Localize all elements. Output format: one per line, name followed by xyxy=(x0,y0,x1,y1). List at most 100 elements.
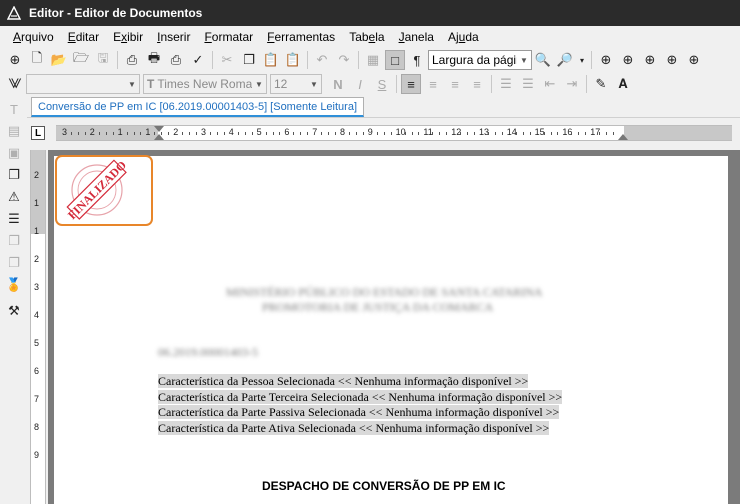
vertical-ruler[interactable]: 2 1 1 2 3 4 5 6 7 8 9 xyxy=(30,150,46,504)
tab-document[interactable]: Conversão de PP em IC [06.2019.00001403-… xyxy=(31,97,365,117)
zoom-select[interactable]: Largura da págir ▼ xyxy=(428,50,532,70)
document-page[interactable] xyxy=(54,156,728,504)
ruler-number: 4 xyxy=(34,310,40,320)
blurred-reference: 06.2019.00001403-5 xyxy=(158,345,258,359)
certificate-icon[interactable]: 🏅 xyxy=(5,276,23,294)
menu-formatar[interactable]: Formatar xyxy=(199,30,258,44)
tab-stop-selector[interactable]: L xyxy=(31,126,45,140)
pin-icon[interactable]: ⚒ xyxy=(5,302,23,320)
table-icon[interactable]: ▦ xyxy=(363,50,383,70)
italic-button[interactable]: I xyxy=(350,74,370,94)
toolbar-overflow-icon[interactable]: ▾ xyxy=(577,50,587,70)
new-document-icon[interactable]: ⊕ xyxy=(5,50,25,70)
align-right-icon[interactable]: ≡ xyxy=(445,74,465,94)
paste-special-icon[interactable]: 📋 xyxy=(283,50,303,70)
field-line[interactable]: Característica da Pessoa Selecionada << … xyxy=(158,374,562,390)
menu-tabela[interactable]: Tabela xyxy=(344,30,389,44)
underline-button[interactable]: S xyxy=(372,74,392,94)
new-file-icon[interactable]: 🗋 xyxy=(27,50,47,70)
insert-field-icon[interactable]: ⊕ xyxy=(618,50,638,70)
print-setup-icon[interactable]: ⎙ xyxy=(166,50,186,70)
right-indent-marker[interactable] xyxy=(618,134,628,140)
standard-toolbar: ⊕ 🗋 📂 🗁 🖫 ⎙ 🖶 ⎙ ✓ ✂ ❐ 📋 📋 ↶ ↷ ▦ □ ¶ Larg… xyxy=(0,48,740,72)
left-indent-marker[interactable] xyxy=(154,134,164,140)
field-line[interactable]: Característica da Parte Passiva Selecion… xyxy=(158,405,562,421)
chevron-down-icon: ▼ xyxy=(307,75,321,93)
text-tool-icon[interactable]: T xyxy=(5,100,23,118)
warning-icon[interactable]: ⚠ xyxy=(5,188,23,206)
print-preview-icon[interactable]: 🖶 xyxy=(144,50,164,70)
menu-ferramentas[interactable]: Ferramentas xyxy=(262,30,340,44)
document-copy-icon[interactable]: ❐ xyxy=(5,166,23,184)
open-folder-icon[interactable]: 📂 xyxy=(49,50,69,70)
print-icon[interactable]: ⎙ xyxy=(122,50,142,70)
decrease-indent-icon[interactable]: ⇤ xyxy=(540,74,560,94)
title-bar: Editor - Editor de Documentos xyxy=(0,0,740,26)
document-heading: DESPACHO DE CONVERSÃO DE PP EM IC xyxy=(262,479,506,493)
truetype-icon: T xyxy=(147,77,155,91)
font-size-select[interactable]: 12 ▼ xyxy=(270,74,322,94)
save-icon[interactable]: 🖫 xyxy=(93,50,113,70)
menu-janela[interactable]: Janela xyxy=(394,30,439,44)
align-justify-icon[interactable]: ≡ xyxy=(467,74,487,94)
align-left-icon[interactable]: ≡ xyxy=(401,74,421,94)
bullet-list-icon[interactable]: ☰ xyxy=(518,74,538,94)
format-painter-icon[interactable]: ▤ xyxy=(5,122,23,140)
ruler-number: 8 xyxy=(34,422,40,432)
spellcheck-icon[interactable]: ✓ xyxy=(188,50,208,70)
bold-button[interactable]: N xyxy=(328,74,348,94)
ruler-number: 6 xyxy=(34,366,40,376)
ruler-number: 2 xyxy=(89,127,95,137)
ruler-number: 8 xyxy=(340,127,346,137)
menu-ajuda[interactable]: Ajuda xyxy=(443,30,484,44)
ruler-number: 9 xyxy=(367,127,373,137)
merge-field-icon[interactable]: ⊕ xyxy=(640,50,660,70)
font-color-icon[interactable]: 𝐀 xyxy=(613,74,633,94)
field-line[interactable]: Característica da Parte Ativa Selecionad… xyxy=(158,420,562,437)
increase-indent-icon[interactable]: ⇥ xyxy=(562,74,582,94)
undo-icon[interactable]: ↶ xyxy=(312,50,332,70)
paragraph-marks-icon[interactable]: ¶ xyxy=(407,50,427,70)
link-icon[interactable]: ❐ xyxy=(5,232,23,250)
menu-inserir[interactable]: Inserir xyxy=(152,30,195,44)
ruler-number: 3 xyxy=(62,127,68,137)
cut-icon[interactable]: ✂ xyxy=(217,50,237,70)
style-icon[interactable]: ⨈ xyxy=(5,74,25,94)
ruler-number: 2 xyxy=(34,254,40,264)
numbered-list-icon[interactable]: ☰ xyxy=(496,74,516,94)
redo-icon[interactable]: ↷ xyxy=(334,50,354,70)
zoom-out-icon[interactable]: 🔍 xyxy=(533,50,553,70)
ruler-number: 2 xyxy=(34,170,40,180)
chevron-down-icon: ▼ xyxy=(252,75,266,93)
chevron-down-icon: ▼ xyxy=(517,51,531,69)
style-select[interactable]: ▼ xyxy=(26,74,140,94)
align-center-icon[interactable]: ≡ xyxy=(423,74,443,94)
form-fields-icon[interactable]: ⊕ xyxy=(596,50,616,70)
ruler-number: 7 xyxy=(312,127,318,137)
left-toolbar: T ▤ ▣ ❐ ⚠ ☰ ❐ ❐ 🏅 ⚒ xyxy=(0,96,27,504)
chevron-down-icon: ▼ xyxy=(125,75,139,93)
ruler-number: 1 xyxy=(145,127,151,137)
open-icon[interactable]: 🗁 xyxy=(71,50,91,70)
database-field-icon[interactable]: ⊕ xyxy=(662,50,682,70)
first-indent-marker[interactable] xyxy=(154,126,164,132)
paste-icon[interactable]: 📋 xyxy=(261,50,281,70)
ruler-number: 7 xyxy=(34,394,40,404)
menu-editar[interactable]: Editar xyxy=(63,30,104,44)
field-line[interactable]: Característica da Parte Terceira Selecio… xyxy=(158,389,563,406)
horizontal-ruler[interactable]: 3 2 1 1 2 3 4 5 6 7 8 9 10 11 12 13 14 15 16 17 xyxy=(56,125,732,141)
font-select[interactable]: T Times New Romar ▼ xyxy=(143,74,267,94)
frame-icon[interactable]: ▣ xyxy=(5,144,23,162)
zoom-in-icon[interactable]: 🔎 xyxy=(555,50,575,70)
attachment-icon[interactable]: ❐ xyxy=(5,254,23,272)
highlight-icon[interactable]: ✎ xyxy=(591,74,611,94)
window-title: Editor - Editor de Documentos xyxy=(29,6,203,20)
copy-icon[interactable]: ❐ xyxy=(239,50,259,70)
menu-exibir[interactable]: Exibir xyxy=(108,30,148,44)
list-icon[interactable]: ☰ xyxy=(5,210,23,228)
document-fields: Característica da Pessoa Selecionada << … xyxy=(158,374,563,437)
show-grid-icon[interactable]: □ xyxy=(385,50,405,70)
menu-arquivo[interactable]: Arquivo xyxy=(8,30,59,44)
ruler-number: 9 xyxy=(34,450,40,460)
template-field-icon[interactable]: ⊕ xyxy=(684,50,704,70)
